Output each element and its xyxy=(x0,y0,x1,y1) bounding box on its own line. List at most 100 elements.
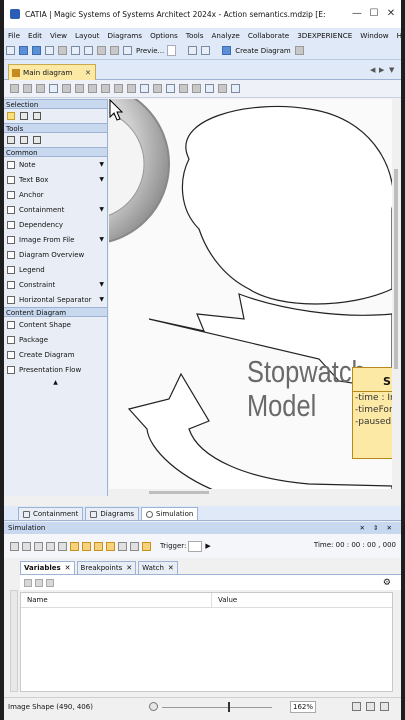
copy-icon[interactable] xyxy=(84,46,93,55)
expand-arrow-icon[interactable]: ▼ xyxy=(99,206,104,213)
step-out-icon[interactable] xyxy=(94,541,103,551)
animation-icon[interactable] xyxy=(106,541,115,551)
zoom-in-icon[interactable] xyxy=(179,84,188,93)
expand-arrow-icon[interactable]: ▼ xyxy=(99,296,104,303)
line-color-icon[interactable] xyxy=(75,84,84,93)
start-icon[interactable] xyxy=(22,541,31,551)
close-tab-icon[interactable]: ✕ xyxy=(168,564,174,572)
tab-main-diagram[interactable]: Main diagram ✕ xyxy=(8,64,96,80)
diagram-canvas[interactable]: Stopwatch Model S -time : In -timeFor -p… xyxy=(109,99,392,496)
expand-all-icon[interactable] xyxy=(24,578,32,587)
menu-view[interactable]: View xyxy=(46,31,71,40)
timer-icon[interactable] xyxy=(142,541,151,551)
create-diagram-button[interactable]: Create Diagram xyxy=(233,47,293,55)
zoom-select[interactable]: 162% xyxy=(290,701,316,713)
menu-help[interactable]: Help xyxy=(393,31,401,40)
zoom-out-icon[interactable] xyxy=(192,84,201,93)
zoom-slider[interactable] xyxy=(162,707,272,708)
anchor-tool-icon[interactable] xyxy=(7,136,15,144)
palette-item-diagram-overview[interactable]: Diagram Overview xyxy=(4,247,107,262)
flow-icon[interactable] xyxy=(130,541,139,551)
close-button[interactable]: ✕ xyxy=(385,8,397,20)
menu-diagrams[interactable]: Diagrams xyxy=(103,31,146,40)
palette-item-anchor[interactable]: Anchor xyxy=(4,187,107,202)
cut-icon[interactable] xyxy=(71,46,80,55)
close-tab-icon[interactable]: ✕ xyxy=(85,68,91,77)
maximize-button[interactable]: ☐ xyxy=(368,8,380,20)
menu-3dexperience[interactable]: 3DEXPERIENCE xyxy=(293,31,356,40)
settings-icon[interactable] xyxy=(166,84,175,93)
save-all-icon[interactable] xyxy=(45,46,54,55)
palette-item-constraint[interactable]: Constraint ▼ xyxy=(4,277,107,292)
palette-item-legend[interactable]: Legend xyxy=(4,262,107,277)
back-icon[interactable] xyxy=(10,84,19,93)
menu-window[interactable]: Window xyxy=(356,31,392,40)
menu-collaborate[interactable]: Collaborate xyxy=(244,31,293,40)
layer-icon[interactable] xyxy=(127,84,136,93)
minimize-button[interactable]: — xyxy=(351,8,363,20)
panel-controls[interactable]: ✕ ⇕ ✕ xyxy=(360,522,395,534)
text-cursor-icon[interactable] xyxy=(33,136,41,144)
expand-arrow-icon[interactable]: ▼ xyxy=(99,176,104,183)
route-icon[interactable] xyxy=(114,84,123,93)
palette-section-selection[interactable]: Selection xyxy=(4,99,107,109)
undo-icon[interactable] xyxy=(97,46,106,55)
font-icon[interactable] xyxy=(49,84,58,93)
forward-icon[interactable] xyxy=(23,84,32,93)
palette-scroll-up-icon[interactable]: ▲ xyxy=(4,379,107,386)
pause-icon[interactable] xyxy=(34,541,43,551)
palette-section-common[interactable]: Common xyxy=(4,147,107,157)
menu-layout[interactable]: Layout xyxy=(71,31,103,40)
fit-icon[interactable] xyxy=(205,84,214,93)
column-header-value[interactable]: Value xyxy=(211,593,237,607)
trigger-send-icon[interactable]: ▶ xyxy=(205,542,210,550)
preview-select[interactable] xyxy=(167,45,177,56)
collapse-all-icon[interactable] xyxy=(35,578,43,587)
palette-section-tools[interactable]: Tools xyxy=(4,123,107,133)
print-icon[interactable] xyxy=(58,46,67,55)
export-icon[interactable] xyxy=(218,84,227,93)
lasso-icon[interactable] xyxy=(33,112,41,120)
lock-icon[interactable] xyxy=(118,541,127,551)
gear-icon[interactable]: ⚙ xyxy=(383,578,391,588)
manage-icon[interactable] xyxy=(201,46,211,55)
thought-bubble-shape[interactable] xyxy=(181,105,392,305)
expand-arrow-icon[interactable]: ▼ xyxy=(99,161,104,168)
parent-icon[interactable] xyxy=(36,84,45,93)
fit-window-icon[interactable] xyxy=(352,702,361,711)
tab-diagrams[interactable]: Diagrams xyxy=(85,507,140,520)
tab-containment[interactable]: Containment xyxy=(18,507,84,520)
stop-icon[interactable] xyxy=(46,541,55,551)
expand-arrow-icon[interactable]: ▼ xyxy=(99,236,104,243)
expand-arrow-icon[interactable]: ▼ xyxy=(99,281,104,288)
tab-watch[interactable]: Watch ✕ xyxy=(138,561,178,574)
redo-icon[interactable] xyxy=(110,46,119,55)
run-back-icon[interactable] xyxy=(10,541,19,551)
class-shape[interactable]: S -time : In -timeFor -paused xyxy=(352,367,392,459)
menu-file[interactable]: File xyxy=(4,31,24,40)
validate-icon[interactable] xyxy=(188,46,198,55)
close-tab-icon[interactable]: ✕ xyxy=(65,564,71,572)
tab-breakpoints[interactable]: Breakpoints ✕ xyxy=(76,561,137,574)
palette-item-create-diagram[interactable]: Create Diagram xyxy=(4,347,107,362)
menu-options[interactable]: Options xyxy=(146,31,182,40)
overview-icon[interactable] xyxy=(366,702,375,711)
trigger-select[interactable] xyxy=(188,540,203,552)
canvas-horizontal-scrollbar[interactable] xyxy=(109,489,392,496)
palette-item-containment[interactable]: Containment ▼ xyxy=(4,202,107,217)
marquee-icon[interactable] xyxy=(20,112,28,120)
crosshair-icon[interactable] xyxy=(20,136,28,144)
step-over-icon[interactable] xyxy=(82,541,91,551)
palette-item-text-box[interactable]: Text Box ▼ xyxy=(4,172,107,187)
palette-item-note[interactable]: Note ▼ xyxy=(4,157,107,172)
menu-tools[interactable]: Tools xyxy=(182,31,208,40)
menu-analyze[interactable]: Analyze xyxy=(208,31,244,40)
new-project-icon[interactable] xyxy=(6,46,15,55)
palette-item-dependency[interactable]: Dependency xyxy=(4,217,107,232)
palette-item-image-from-file[interactable]: Image From File ▼ xyxy=(4,232,107,247)
preview-dropdown[interactable]: Previe... xyxy=(134,47,166,55)
grid-icon[interactable] xyxy=(153,84,162,93)
tab-simulation[interactable]: Simulation xyxy=(141,507,199,520)
save-icon[interactable] xyxy=(32,46,41,55)
tab-next-icon[interactable]: ▶ xyxy=(379,66,384,74)
